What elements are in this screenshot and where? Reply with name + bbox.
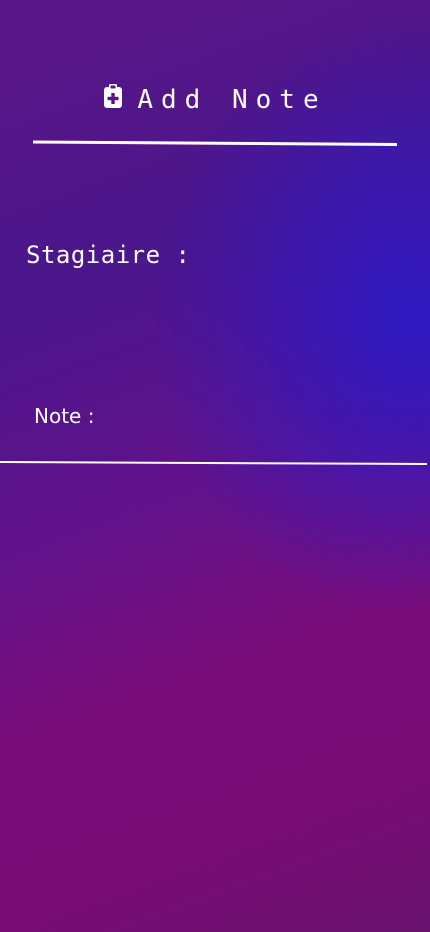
note-label: Note : xyxy=(34,404,95,428)
note-input-underline[interactable] xyxy=(0,461,428,465)
page-header: Add Note xyxy=(0,82,430,118)
stagiaire-label: Stagiaire : xyxy=(26,241,191,269)
clipboard-medical-icon xyxy=(103,83,123,109)
page-title: Add Note xyxy=(137,85,327,115)
header-divider xyxy=(32,140,398,146)
